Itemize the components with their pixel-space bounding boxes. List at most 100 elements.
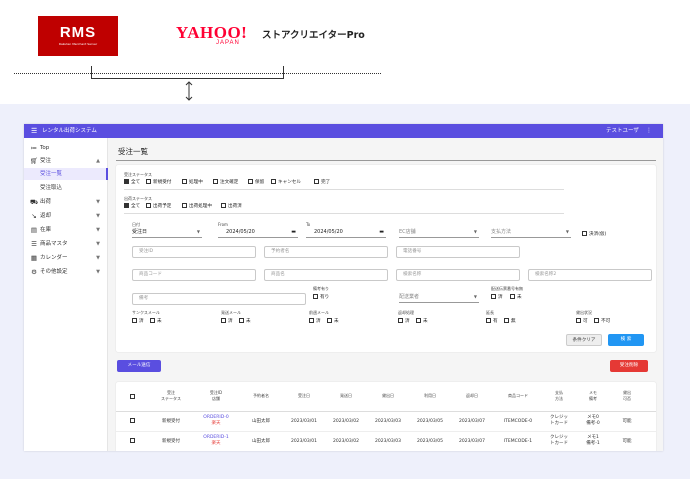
cart-icon: 🛒︎ [30,157,39,165]
to-date-input[interactable]: 2024/05/20 ▬ [306,226,386,238]
order-status-new[interactable]: 新規受付 [146,179,171,185]
product-name-input[interactable]: 商品名 [264,269,388,281]
cell-return-date: 2023/03/07 [459,439,485,444]
sidebar-item-label: その他設定 [40,269,68,275]
sidebar-item-orders[interactable]: 🛒︎ 受注 ▲ [24,155,108,167]
table-row[interactable]: 新規受付 ORDERID-0 楽天 山田太郎 2023/03/01 2023/0… [116,412,656,432]
up-down-arrow-icon [185,81,193,101]
ec-store-select[interactable]: EC店舗 ▼ [399,226,479,238]
order-id-input[interactable]: 受注ID [132,246,256,258]
sidebar-item-order-list[interactable]: 受注一覧 [24,168,108,180]
checkbox-label: 処理中 [189,180,203,185]
calendar-icon[interactable]: ▬ [379,226,384,238]
clear-conditions-button[interactable]: 条件クリア [566,334,602,346]
thanks-mail-undone[interactable]: 未 [150,318,162,324]
checkbox-icon [582,231,587,236]
checkbox-label: 有 [493,319,498,324]
delete-order-button[interactable]: 受注削除 [610,360,648,372]
return-mail-undone[interactable]: 未 [327,318,339,324]
checkbox-icon [309,318,314,323]
to-date-value: 2024/05/20 [314,229,343,235]
order-status-processing[interactable]: 処理中 [182,179,203,185]
cell-order-date: 2023/03/01 [291,419,317,424]
extension-yes[interactable]: 有 [486,318,498,324]
menu-icon[interactable]: ☰ [31,124,37,138]
sidebar-item-top[interactable]: ≔ Top [24,142,108,154]
checkbox-icon [491,294,496,299]
rental-ok[interactable]: 可 [576,318,588,324]
sidebar-item-returns[interactable]: ↘ 返却 ▼ [24,210,108,222]
checkbox-label: 全て [131,180,141,185]
sidebar-item-label: 受注一覧 [40,171,63,177]
search-name2-input[interactable]: 検索名称2 [528,269,652,281]
calendar-icon[interactable]: ▬ [291,226,296,238]
return-mail-done[interactable]: 済 [309,318,321,324]
yahoo-product-name: ストアクリエイターPro [262,30,365,41]
ship-status-all[interactable]: 全て [124,203,140,209]
from-date-input[interactable]: 2024/05/20 ▬ [218,226,298,238]
send-mail-button[interactable]: メール送信 [117,360,161,372]
phone-input[interactable]: 電話番号 [396,246,520,258]
cell-store: 楽天 [211,441,221,446]
ship-status-label: 出荷ステータス [124,196,152,201]
more-vert-icon[interactable]: ⋮ [646,124,652,138]
ship-mail-done[interactable]: 済 [221,318,233,324]
sidebar-item-settings[interactable]: ⚙ その他設定 ▼ [24,266,108,278]
checkbox-icon [182,179,187,184]
date-type-value: 受注日 [132,229,148,235]
payment-select[interactable]: 支払方法 ▼ [491,226,571,238]
sidebar-item-inventory[interactable]: ▤ 在庫 ▼ [24,224,108,236]
ship-status-processing[interactable]: 出荷処理中 [182,203,212,209]
checkbox-label: 不可 [601,319,611,324]
carrier-placeholder: 配送業者 [399,294,420,300]
date-type-select[interactable]: 受注日 ▼ [132,226,202,238]
ship-status-shipped[interactable]: 出荷済 [221,203,242,209]
return-confirm-done[interactable]: 済 [398,318,410,324]
reserver-name-input[interactable]: 予約者名 [264,246,388,258]
return-confirm-undone[interactable]: 未 [416,318,428,324]
chevron-down-icon: ▼ [96,241,100,247]
table-row[interactable]: 新規受付 ORDERID-1 楽天 山田太郎 2023/03/01 2023/0… [116,432,656,451]
order-status-all[interactable]: 全て [124,179,140,185]
order-status-complete[interactable]: 完了 [314,179,330,185]
row-checkbox[interactable] [130,438,137,444]
sidebar-item-order-import[interactable]: 受注取込 [24,182,108,194]
user-name[interactable]: テストユーザ [606,124,639,138]
tracking-done-checkbox[interactable]: 済 [491,294,503,300]
ship-status-planned[interactable]: 出荷予定 [146,203,171,209]
cell-use-date: 2023/03/05 [417,419,443,424]
header-order-status: 受注 ステータス [161,390,181,401]
checkbox-icon [239,318,244,323]
checkbox-label: 済 [139,319,144,324]
row-checkbox[interactable] [130,418,137,424]
product-code-input[interactable]: 商品コード [132,269,256,281]
payment-done-checkbox[interactable]: 決済(仮) [582,231,606,237]
filter-divider [124,189,564,190]
ship-mail-undone[interactable]: 未 [239,318,251,324]
order-status-hold[interactable]: 保留 [248,179,264,185]
carrier-select[interactable]: 配送業者 ▼ [399,291,479,303]
sidebar-item-calendar[interactable]: ▦ カレンダー ▼ [24,252,108,264]
app-title: レンタル出荷システム [42,128,97,134]
sidebar-item-product-master[interactable]: ☰ 商品マスタ ▼ [24,238,108,250]
search-button[interactable]: 検 索 [608,334,644,346]
order-status-confirmed[interactable]: 注文確定 [213,179,238,185]
chevron-down-icon: ▼ [96,213,100,219]
rental-ng[interactable]: 不可 [594,318,610,324]
remarks-input[interactable]: 備考 [132,293,306,305]
select-all-checkbox[interactable] [130,394,137,400]
tracking-undone-checkbox[interactable]: 未 [510,294,522,300]
remarks-flag-checkbox[interactable]: 有り [313,294,329,300]
order-status-cancel[interactable]: キャンセル [271,179,301,185]
checkbox-label: 未 [246,319,251,324]
checkbox-icon [510,294,515,299]
extension-no[interactable]: 無 [504,318,516,324]
thanks-mail-done[interactable]: 済 [132,318,144,324]
rms-logo: RMS Rakuten Merchant Server [38,16,118,56]
search-name-input[interactable]: 検索名称 [396,269,520,281]
checkbox-label: 注文確定 [220,180,239,185]
checkbox-label: 未 [334,319,339,324]
sidebar-item-shipping[interactable]: ⛟ 出荷 ▼ [24,196,108,208]
chevron-down-icon: ▼ [96,227,100,233]
dropdown-arrow-icon: ▼ [473,294,477,299]
